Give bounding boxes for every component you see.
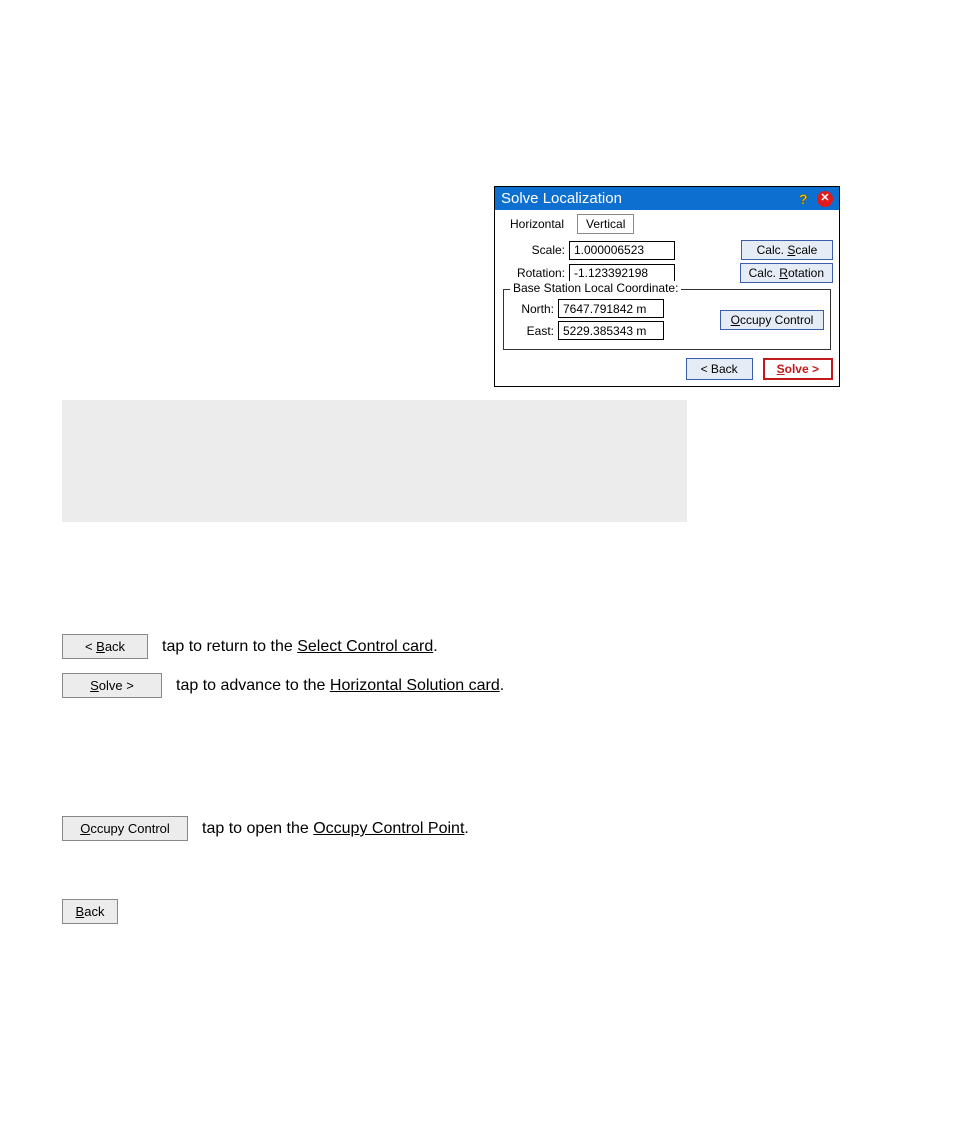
row-scale: Scale: Calc. Scale bbox=[507, 240, 833, 260]
tab-horizontal[interactable]: Horizontal bbox=[501, 214, 573, 234]
label-east: East: bbox=[510, 324, 554, 338]
dialog-body: Horizontal Vertical Scale: Calc. Scale R… bbox=[495, 210, 839, 386]
row-north: North: bbox=[510, 299, 712, 318]
doc-step-b: Back bbox=[62, 899, 862, 924]
doc-b-button[interactable]: Back bbox=[62, 899, 118, 924]
occupy-control-point-link[interactable]: Occupy Control Point bbox=[313, 820, 464, 837]
fieldset-legend: Base Station Local Coordinate: bbox=[510, 281, 681, 295]
solve-localization-dialog: Solve Localization ? ✕ Horizontal Vertic… bbox=[494, 186, 840, 387]
dialog-titlebar: Solve Localization ? ✕ bbox=[495, 187, 839, 210]
label-north: North: bbox=[510, 302, 554, 316]
input-scale[interactable] bbox=[569, 241, 675, 260]
back-button[interactable]: < Back bbox=[686, 358, 753, 380]
tab-vertical[interactable]: Vertical bbox=[577, 214, 634, 234]
help-icon[interactable]: ? bbox=[797, 192, 811, 206]
dialog-nav-row: < Back Solve > bbox=[501, 358, 833, 380]
input-north[interactable] bbox=[558, 299, 664, 318]
doc-step-back: < Back tap to return to the Select Contr… bbox=[62, 634, 862, 659]
input-east[interactable] bbox=[558, 321, 664, 340]
doc-back-button[interactable]: < Back bbox=[62, 634, 148, 659]
calc-scale-button[interactable]: Calc. Scale bbox=[741, 240, 833, 260]
doc-step-solve: Solve > tap to advance to the Horizontal… bbox=[62, 673, 862, 698]
row-east: East: bbox=[510, 321, 712, 340]
tabs: Horizontal Vertical bbox=[501, 214, 833, 234]
doc-occupy-button[interactable]: Occupy Control bbox=[62, 816, 188, 841]
calc-rotation-button[interactable]: Calc. Rotation bbox=[740, 263, 833, 283]
solve-button[interactable]: Solve > bbox=[763, 358, 833, 380]
doc-back-text: tap to return to the Select Control card… bbox=[162, 634, 862, 656]
doc-solve-button[interactable]: Solve > bbox=[62, 673, 162, 698]
doc-step-occupy: Occupy Control tap to open the Occupy Co… bbox=[62, 816, 862, 841]
input-rotation[interactable] bbox=[569, 264, 675, 283]
label-scale: Scale: bbox=[507, 243, 565, 257]
doc-gray-region bbox=[62, 400, 687, 522]
doc-occupy-text: tap to open the Occupy Control Point. bbox=[202, 816, 862, 838]
select-control-link[interactable]: Select Control card bbox=[297, 638, 433, 655]
horizontal-solution-link[interactable]: Horizontal Solution card bbox=[330, 677, 500, 694]
doc-content: < Back tap to return to the Select Contr… bbox=[62, 540, 862, 938]
base-station-fieldset: Base Station Local Coordinate: North: Ea… bbox=[503, 289, 831, 350]
occupy-control-button[interactable]: Occupy Control bbox=[720, 310, 824, 330]
row-rotation: Rotation: Calc. Rotation bbox=[507, 263, 833, 283]
close-icon[interactable]: ✕ bbox=[817, 191, 833, 207]
dialog-title: Solve Localization bbox=[501, 190, 797, 207]
doc-solve-text: tap to advance to the Horizontal Solutio… bbox=[176, 673, 862, 695]
label-rotation: Rotation: bbox=[507, 266, 565, 280]
svg-text:?: ? bbox=[799, 192, 808, 206]
